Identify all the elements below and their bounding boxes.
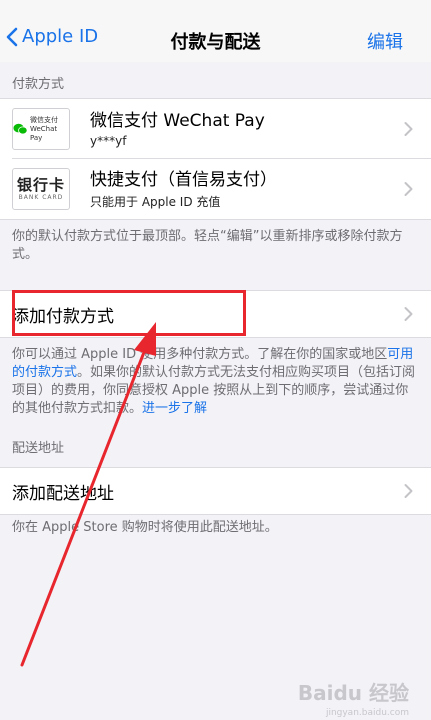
watermark-url: jingyan.baidu.com (325, 708, 409, 718)
wechat-logo-text-en: WeChat Pay (29, 124, 58, 142)
add-payment-group: 添加付款方式 (0, 290, 431, 338)
payment-info-text: 你可以通过 Apple ID 使用多种付款方式。了解在你的国家或地区可用的付款方… (12, 346, 417, 418)
payment-method-account: y***yf (90, 134, 127, 148)
add-payment-method-label: 添加付款方式 (12, 306, 114, 327)
payment-order-note: 你的默认付款方式位于最顶部。轻点“编辑”以重新排序或移除付款方式。 (12, 229, 403, 262)
wechat-logo-text-cn: 微信支付 (29, 115, 58, 124)
payment-method-bank-card[interactable]: 银行卡 BANK CARD 快捷支付（首信易支付） 只能用于 Apple ID … (0, 159, 431, 219)
payment-method-title: 微信支付 WeChat Pay (90, 111, 265, 131)
add-shipping-address-row[interactable]: 添加配送地址 (0, 468, 431, 514)
shipping-note: 你在 Apple Store 购物时将使用此配送地址。 (12, 520, 278, 535)
navigation-bar: Apple ID 付款与配送 编辑 (0, 0, 431, 62)
bank-card-logo-text-en: BANK CARD (18, 194, 64, 201)
chevron-right-icon (404, 484, 413, 498)
payment-info-part-1: 你可以通过 Apple ID 使用多种付款方式。了解在你的国家或地区 (12, 347, 388, 362)
shipping-section-header: 配送地址 (12, 441, 65, 456)
add-shipping-address-label: 添加配送地址 (12, 483, 114, 504)
shipping-group: 添加配送地址 (0, 467, 431, 515)
wechat-icon (13, 123, 28, 135)
watermark-logo: Baidu 经验 (297, 681, 409, 705)
add-payment-method-row[interactable]: 添加付款方式 (0, 291, 431, 337)
payment-method-title: 快捷支付（首信易支付） (90, 169, 277, 190)
edit-button[interactable]: 编辑 (367, 28, 403, 54)
payment-methods-group: 微信支付 WeChat Pay 微信支付 WeChat Pay y***yf 银… (0, 98, 431, 220)
wechat-pay-logo: 微信支付 WeChat Pay (12, 108, 70, 150)
payment-method-wechat[interactable]: 微信支付 WeChat Pay 微信支付 WeChat Pay y***yf (0, 99, 431, 159)
payment-section-header: 付款方式 (12, 77, 65, 92)
bank-card-logo-text-cn: 银行卡 (16, 176, 65, 194)
payment-method-restriction: 只能用于 Apple ID 充值 (90, 194, 221, 209)
chevron-right-icon (404, 122, 413, 136)
chevron-right-icon (404, 182, 413, 196)
chevron-right-icon (404, 307, 413, 321)
bank-card-logo: 银行卡 BANK CARD (12, 168, 70, 210)
learn-more-link[interactable]: 进一步了解 (142, 401, 207, 416)
